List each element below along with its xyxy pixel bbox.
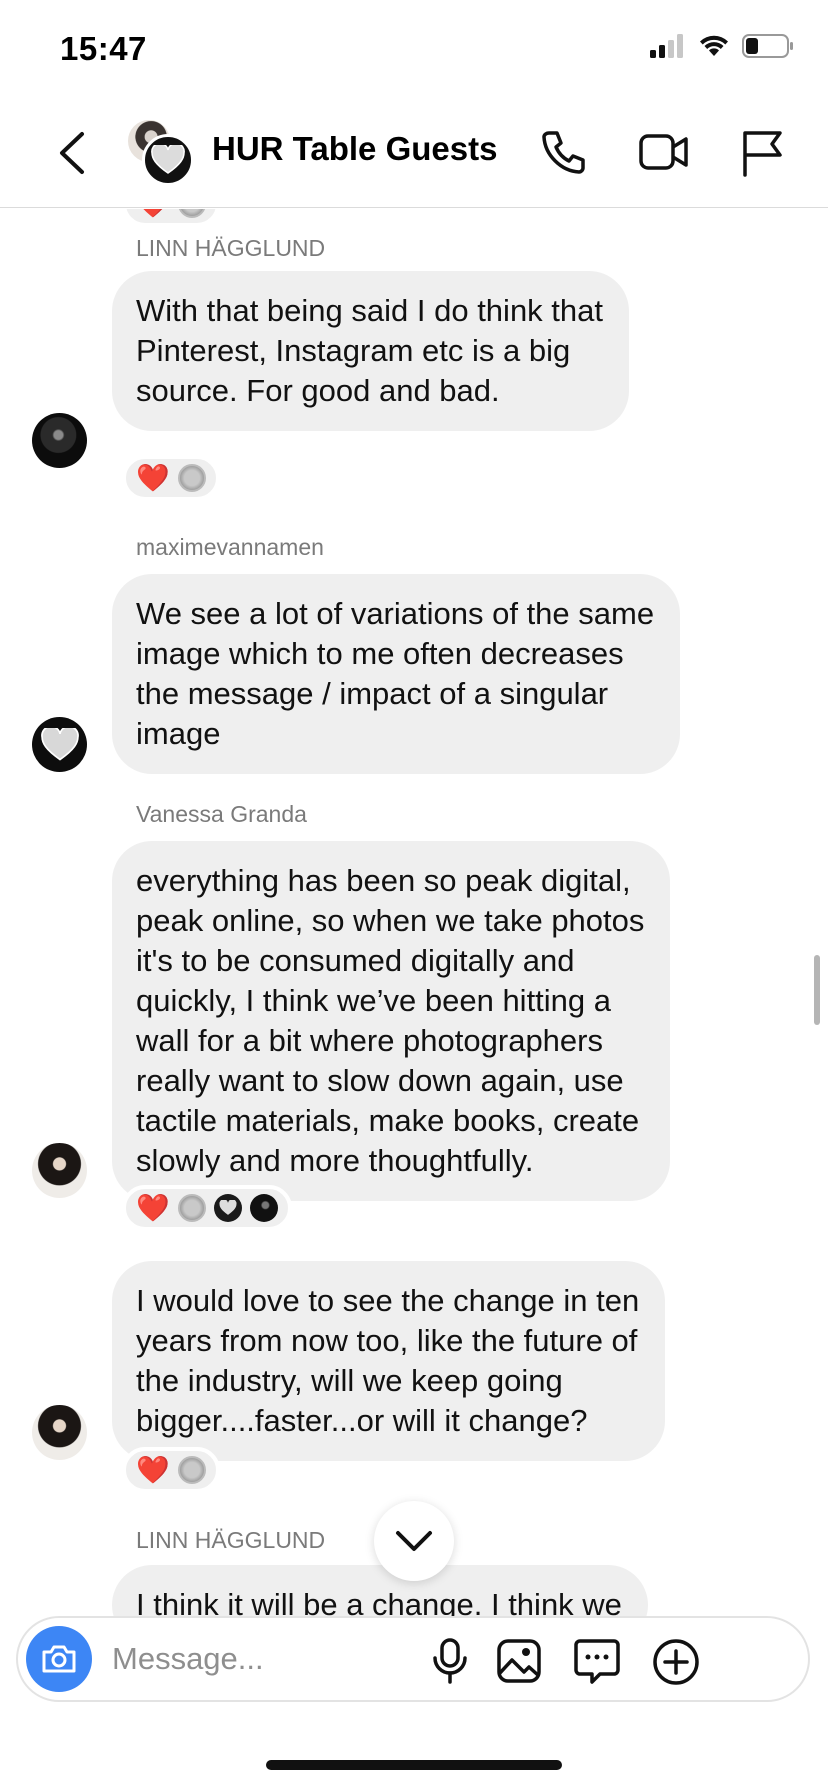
battery-icon [742,34,793,58]
gallery-button[interactable] [496,1638,542,1689]
message-line: source. For good and bad. [136,373,500,408]
message-line: tactile materials, make books, create [136,1103,640,1138]
heart-reaction-icon: ❤️ [136,1454,170,1485]
home-indicator[interactable] [266,1760,562,1770]
phone-icon [542,131,585,174]
message-bubble[interactable]: We see a lot of variations of the same i… [112,574,681,774]
camera-icon [42,1645,76,1673]
plus-icon [653,1639,699,1685]
message-bubble[interactable]: everything has been so peak digital, pea… [112,841,671,1201]
sender-name: LINN HÄGGLUND [136,1527,326,1553]
sender-avatar[interactable] [32,717,87,772]
message-line: With that being said I do think that [136,293,603,328]
signal-icon [650,34,683,58]
camera-button[interactable] [26,1626,92,1692]
heart-avatar-icon [151,145,185,174]
voice-call-button[interactable] [540,128,588,181]
reactor-avatar [177,1194,206,1222]
message-line: quickly, I think we’ve been hitting a [136,983,612,1018]
back-button[interactable] [50,128,94,178]
message-line: the message / impact of a singular [136,676,609,711]
reaction-bar[interactable]: ❤️ [122,1185,292,1231]
group-avatar-front [142,134,194,186]
back-arrow-icon [60,132,84,174]
message-line: image [136,716,221,751]
message-line: We see a lot of variations of the same [136,596,655,631]
heart-avatar-icon [40,727,79,761]
message-line: I think it will be a change. I think we [136,1587,622,1616]
message-composer [16,1616,810,1702]
reaction-bar[interactable]: ❤️ [122,455,220,501]
heart-reaction-icon: ❤️ [136,209,170,218]
message-line: really want to slow down again, use [136,1063,624,1098]
scrollbar[interactable] [814,955,820,1025]
message-line: wall for a bit where photographers [136,1023,603,1058]
chat-header: HUR Table Guests [0,100,828,208]
sender-avatar[interactable] [32,1143,87,1198]
wifi-icon [700,35,728,56]
message-line: years from now too, like the future of [136,1323,638,1358]
reactor-avatar [177,1456,206,1484]
flag-icon [743,131,782,177]
reactor-avatar [213,1194,242,1222]
sender-avatar[interactable] [32,1405,87,1460]
status-icons [650,34,794,58]
video-camera-icon [639,134,688,170]
heart-avatar-icon [219,1200,237,1215]
message-line: peak online, so when we take photos [136,903,645,938]
message-line: image which to me often decreases [136,636,624,671]
report-button[interactable] [740,128,784,183]
message-line: it's to be consumed digitally and [136,943,575,978]
message-thread[interactable]: ❤️ LINN HÄGGLUND With that being said I … [0,209,828,1616]
message-input[interactable] [112,1636,412,1682]
sticker-icon [574,1639,620,1684]
chevron-down-icon [396,1531,432,1551]
reaction-bar[interactable]: ❤️ [122,209,220,227]
scroll-to-bottom-button[interactable] [374,1501,454,1581]
reactor-avatar [177,209,206,218]
sender-name: Vanessa Granda [136,801,307,827]
sender-name: LINN HÄGGLUND [136,235,326,261]
message-line: slowly and more thoughtfully. [136,1143,534,1178]
microphone-icon [433,1638,467,1684]
sender-name: maximevannamen [136,534,324,560]
image-icon [497,1639,541,1683]
voice-message-button[interactable] [430,1638,470,1689]
message-line: I would love to see the change in ten [136,1283,640,1318]
message-line: everything has been so peak digital, [136,863,631,898]
video-call-button[interactable] [638,128,690,181]
message-line: the industry, will we keep going [136,1363,563,1398]
message-line: Pinterest, Instagram etc is a big [136,333,571,368]
status-bar: 15:47 [0,0,828,100]
sticker-button[interactable] [574,1638,620,1689]
more-options-button[interactable] [652,1638,700,1691]
status-time: 15:47 [60,30,147,67]
message-bubble[interactable]: I would love to see the change in ten ye… [112,1261,666,1461]
message-line: bigger....faster...or will it change? [136,1403,588,1438]
conversation-title[interactable]: HUR Table Guests [212,130,497,168]
heart-reaction-icon: ❤️ [136,1192,170,1223]
sender-avatar[interactable] [32,413,87,468]
message-bubble[interactable]: With that being said I do think that Pin… [112,271,629,431]
heart-reaction-icon: ❤️ [136,462,170,493]
reaction-bar[interactable]: ❤️ [122,1447,220,1493]
group-avatar[interactable] [126,118,194,186]
reactor-avatar [249,1194,278,1222]
message-bubble[interactable]: I think it will be a change. I think we [112,1565,648,1616]
reactor-avatar [177,464,206,492]
